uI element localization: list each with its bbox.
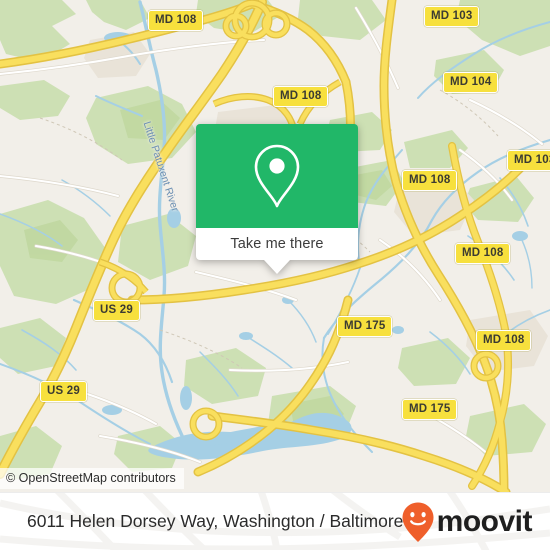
shield-md-175-s: MD 175 [402,399,458,420]
popup-tail-pointer [264,260,290,274]
location-popup-card[interactable]: Take me there [196,124,358,274]
moovit-logo[interactable]: moovit [401,501,533,543]
shield-md-108-e: MD 108 [455,243,511,264]
popup-header [196,124,358,228]
address-label: 6011 Helen Dorsey Way, Washington / Balt… [27,511,404,531]
shield-md-108-nw: MD 108 [148,10,204,31]
shield-md-108-se: MD 108 [476,330,532,351]
shield-md-108-top: MD 108 [273,86,329,107]
shield-us-29-s: US 29 [40,381,87,402]
shield-md-108-mid: MD 108 [402,170,458,191]
shield-md-175-w: MD 175 [337,316,393,337]
footer-bar: 6011 Helen Dorsey Way, Washington / Balt… [0,492,550,550]
shield-md-103-n: MD 103 [424,6,480,27]
shield-md-104: MD 104 [443,72,499,93]
shield-us-29-n: US 29 [93,300,140,321]
osm-attribution[interactable]: © OpenStreetMap contributors [0,468,184,489]
popup-action-bar[interactable]: Take me there [196,228,358,260]
map-pin-icon [254,144,300,208]
moovit-smiley-pin-icon [402,502,434,542]
shield-md-103-e: MD 103 [507,150,550,171]
map-canvas[interactable]: MD 108 MD 103 MD 104 MD 108 MD 103 MD 108 MD 1… [0,0,550,492]
moovit-wordmark: moovit [436,504,533,538]
take-me-there-label: Take me there [230,236,324,252]
